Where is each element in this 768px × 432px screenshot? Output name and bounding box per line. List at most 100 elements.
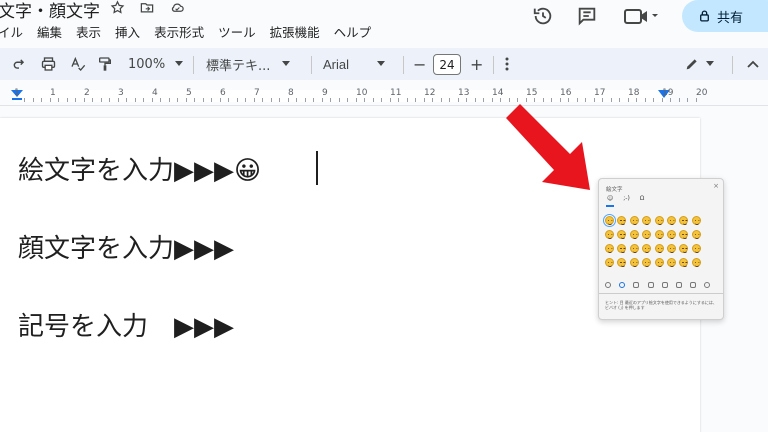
emoji-cell[interactable] xyxy=(629,244,639,253)
ruler-tick xyxy=(41,98,42,102)
emoji-cell[interactable] xyxy=(691,216,701,225)
travel-category-icon[interactable] xyxy=(675,282,682,288)
ruler-tick xyxy=(610,98,612,102)
doc-line-emoji[interactable]: 絵文字を入力▶▶▶😀 xyxy=(18,150,261,187)
emoji-cell[interactable] xyxy=(666,216,676,225)
ruler-tick xyxy=(406,98,408,102)
comments-icon[interactable] xyxy=(576,5,598,31)
emoji-cell[interactable] xyxy=(679,244,689,253)
emoji-cell[interactable] xyxy=(679,216,689,225)
ruler-number: 10 xyxy=(356,88,368,98)
emoji-cell[interactable] xyxy=(666,230,676,239)
heart-category-icon[interactable] xyxy=(704,282,711,288)
menu-insert[interactable]: 挿入 xyxy=(115,22,140,41)
emoji-cell[interactable] xyxy=(642,244,652,253)
ruler-tick xyxy=(670,98,671,102)
menu-help[interactable]: ヘルプ xyxy=(334,22,372,41)
menu-extensions[interactable]: 拡張機能 xyxy=(270,22,320,41)
emoji-cell[interactable] xyxy=(691,230,701,239)
emoji-cell[interactable] xyxy=(629,216,639,225)
ruler-number: 5 xyxy=(186,88,192,98)
editing-mode-pencil-icon[interactable] xyxy=(684,48,714,80)
menu-view[interactable]: 表示 xyxy=(76,22,101,41)
recent-category-icon[interactable] xyxy=(605,282,611,288)
emoji-cell[interactable] xyxy=(603,214,616,227)
document-title[interactable]: 文字・顔文字 xyxy=(0,0,100,22)
menu-edit[interactable]: 編集 xyxy=(37,22,62,41)
emoji-cell[interactable] xyxy=(629,258,639,267)
ruler-tick xyxy=(194,98,195,102)
emoji-cell[interactable] xyxy=(605,258,614,267)
emoji-cell[interactable] xyxy=(617,216,627,225)
ruler-tick xyxy=(185,98,187,102)
paragraph-style-value: 標準テキ... xyxy=(206,58,271,74)
emoji-cell[interactable] xyxy=(691,244,701,253)
emoji-cell[interactable] xyxy=(679,258,689,267)
increase-font-size-button[interactable]: + xyxy=(470,48,483,80)
meet-video-icon[interactable] xyxy=(624,6,660,30)
share-button[interactable]: 共有 xyxy=(682,0,768,32)
tab-kaomoji[interactable]: ;-) xyxy=(623,195,630,202)
redo-icon[interactable] xyxy=(12,48,26,80)
emoji-cell[interactable] xyxy=(666,244,676,253)
ruler[interactable]: 1 1 2 3 4 5 6 7 8 9 10 11 12 13 14 15 16 17 18 19 20 xyxy=(0,86,768,106)
emoji-cell[interactable] xyxy=(617,230,627,239)
zoom-select[interactable]: 100% xyxy=(128,48,184,80)
paragraph-style-select[interactable]: 標準テキ... xyxy=(206,48,291,80)
emoji-cell[interactable] xyxy=(605,244,614,253)
emoji-panel-close-button[interactable]: × xyxy=(713,182,719,190)
menu-format[interactable]: 表示形式 xyxy=(154,22,204,41)
emoji-cell[interactable] xyxy=(642,216,652,225)
ruler-tick xyxy=(355,98,357,102)
move-folder-icon[interactable] xyxy=(138,0,156,16)
ruler-number: 13 xyxy=(458,88,470,98)
emoji-cell[interactable] xyxy=(666,258,676,267)
spellcheck-icon[interactable] xyxy=(70,48,86,80)
doc-line-kaomoji[interactable]: 顔文字を入力▶▶▶ xyxy=(18,228,234,265)
ruler-tick xyxy=(219,98,221,102)
ruler-number: 8 xyxy=(288,88,294,98)
more-options-icon[interactable] xyxy=(505,48,509,80)
emoji-cell[interactable] xyxy=(691,258,701,267)
tab-emoji[interactable]: ☺ xyxy=(607,195,613,202)
emoji-cell[interactable] xyxy=(654,230,664,239)
paint-format-icon[interactable] xyxy=(97,48,113,80)
celebration-category-icon[interactable] xyxy=(647,282,654,288)
doc-line-symbols[interactable]: 記号を入力 ▶▶▶ xyxy=(18,306,234,343)
smiley-category-icon[interactable] xyxy=(619,282,626,288)
ruler-number: 12 xyxy=(424,88,436,98)
print-icon[interactable] xyxy=(40,48,57,80)
cloud-saved-icon[interactable] xyxy=(168,0,186,16)
font-size-input[interactable]: 24 xyxy=(433,54,461,75)
collapse-menus-chevron-up-icon[interactable] xyxy=(747,48,759,80)
emoji-cell[interactable] xyxy=(642,230,652,239)
food-category-icon[interactable] xyxy=(661,282,668,288)
emoji-cell[interactable] xyxy=(654,244,664,253)
emoji-cell[interactable] xyxy=(605,230,614,239)
objects-category-icon[interactable] xyxy=(690,282,697,288)
emoji-cell[interactable] xyxy=(654,216,664,225)
emoji-panel[interactable]: 絵文字 × ☺ ;-) Ω ヒント: 目 最近のアプリ絵文字を使用できるようにす… xyxy=(598,178,724,320)
style-chevron-down-icon xyxy=(282,61,291,66)
ruler-tick xyxy=(364,98,365,102)
menu-tools[interactable]: ツール xyxy=(218,22,256,41)
emoji-cell[interactable] xyxy=(617,244,627,253)
tab-symbols[interactable]: Ω xyxy=(640,195,645,202)
ruler-number: 11 xyxy=(390,88,402,98)
font-select[interactable]: Arial xyxy=(323,48,386,80)
emoji-cell[interactable] xyxy=(629,230,639,239)
history-icon[interactable] xyxy=(532,5,554,31)
emoji-panel-tabs: ☺ ;-) Ω xyxy=(607,195,644,202)
ruler-number: 16 xyxy=(560,88,572,98)
emoji-cell[interactable] xyxy=(617,258,627,267)
emoji-cell[interactable] xyxy=(679,230,689,239)
menu-file[interactable]: イル xyxy=(0,22,23,41)
emoji-cell[interactable] xyxy=(654,258,664,267)
ruler-tick xyxy=(695,98,697,102)
people-category-icon[interactable] xyxy=(633,282,640,288)
ruler-number: 1 xyxy=(50,88,56,98)
emoji-cell[interactable] xyxy=(642,258,652,267)
decrease-font-size-button[interactable]: − xyxy=(413,48,426,80)
star-icon[interactable] xyxy=(108,0,126,16)
ruler-tick xyxy=(313,98,314,102)
